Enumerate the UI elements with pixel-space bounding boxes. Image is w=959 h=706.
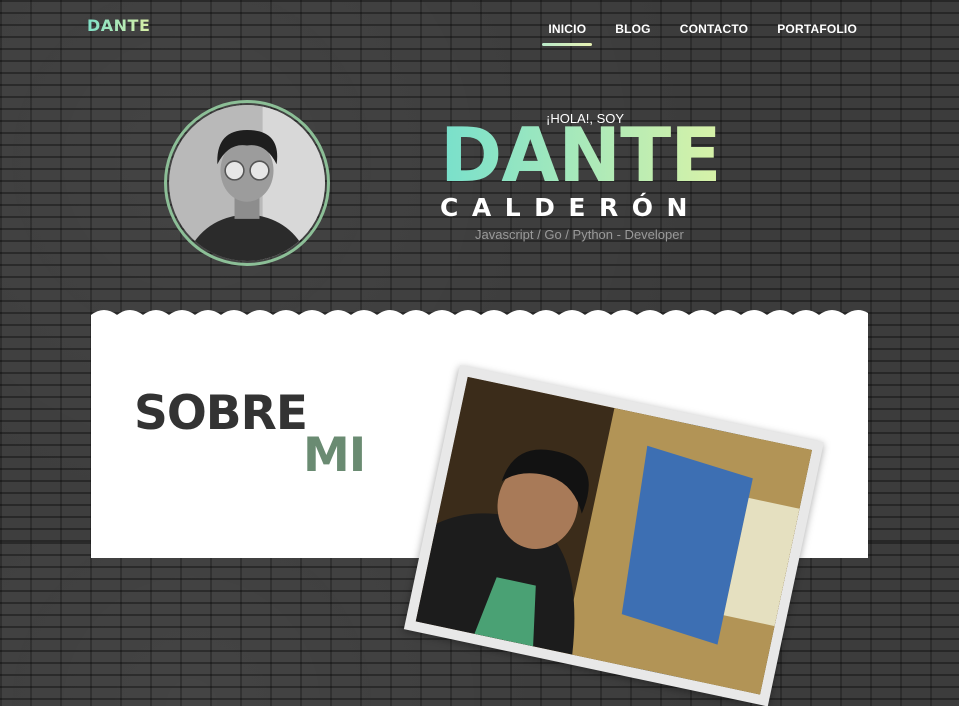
hero-first-name: DANTE bbox=[440, 111, 721, 199]
nav-item-contacto[interactable]: CONTACTO bbox=[674, 20, 755, 46]
nav-item-portafolio[interactable]: PORTAFOLIO bbox=[771, 20, 863, 46]
site-logo[interactable]: DANTE bbox=[87, 16, 150, 35]
profile-avatar bbox=[164, 100, 330, 266]
about-title-line1: SOBRE bbox=[134, 386, 308, 441]
hero-last-name: CALDERÓN bbox=[440, 193, 701, 222]
hero-role: Javascript / Go / Python - Developer bbox=[475, 227, 684, 242]
nav-item-inicio[interactable]: INICIO bbox=[542, 20, 593, 46]
about-title-line2: MI bbox=[303, 428, 366, 483]
profile-photo bbox=[169, 105, 325, 261]
main-nav: INICIO BLOG CONTACTO PORTAFOLIO bbox=[542, 20, 863, 46]
profile-photo-illustration bbox=[169, 105, 325, 261]
nav-item-blog[interactable]: BLOG bbox=[609, 20, 656, 46]
